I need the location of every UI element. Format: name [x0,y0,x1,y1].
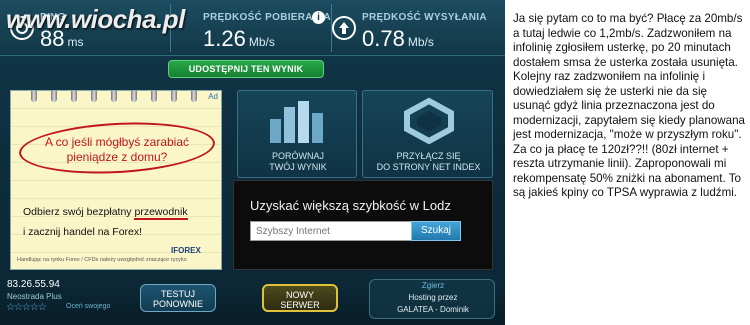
ad-offer-line: Odbierz swój bezpłatny przewodnik [23,206,188,220]
net-index-icon [404,97,454,145]
compare-result-panel[interactable]: PORÓWNAJ TWÓJ WYNIK [237,90,357,178]
binder-ring [111,91,117,102]
ad-disclaimer: Handlując na rynku Forex / CFDs należy u… [17,257,187,263]
info-icon[interactable]: i [312,11,325,24]
new-server-line1: NOWY [286,290,314,300]
rate-isp-link[interactable]: Oceń swojego [66,303,110,310]
retest-button[interactable]: TESTUJ PONOWNIE [140,284,216,312]
join-label-line1: PRZYŁĄCZ SIĘ [396,151,461,161]
results-bar: PING 88 ms PRĘDKOŚĆ POBIERANIA i 1.26 Mb/s… [0,0,505,56]
binder-ring [71,91,77,102]
upload-value: 0.78 Mb/s [362,26,434,51]
host-provider: GALATEA - Dominik [397,305,469,314]
ad-brand-logo: IFOREX [171,246,201,255]
host-label: Hosting przez [408,293,458,302]
isp-name: Neostrada Plus [7,292,62,301]
retest-line2: PONOWNIE [152,299,203,309]
faster-internet-title: Uzyskać większą szybkość w Lodz [250,198,451,213]
compare-label-line2: TWÓJ WYNIK [269,162,327,172]
complaint-text: Ja się pytam co to ma być? Płacę za 20mb… [513,12,745,199]
ad-underlined-word: przewodnik [134,206,188,220]
download-value: 1.26 Mb/s [203,26,275,51]
speedtest-screenshot: PING 88 ms PRĘDKOŚĆ POBIERANIA i 1.26 Mb/s… [0,0,505,325]
faster-internet-input[interactable] [250,221,428,241]
binder-ring [91,91,97,102]
ping-unit: ms [67,35,84,49]
binder-ring [51,91,57,102]
download-stat: PRĘDKOŚĆ POBIERANIA i 1.26 Mb/s [171,0,331,56]
upload-title: PRĘDKOŚĆ WYSYŁANIA [362,12,487,23]
rating-stars[interactable]: ☆☆☆☆☆ [6,302,47,313]
notepad-background [11,91,221,269]
host-city: Zgierz [421,281,445,290]
new-server-button[interactable]: NOWY SERWER [262,284,338,312]
join-net-index-panel[interactable]: PRZYŁĄCZ SIĘ DO STRONY NET INDEX [362,90,493,178]
ad-cta-line: i zacznij handel na Forex! [23,226,143,238]
binder-ring [151,91,157,102]
binder-ring [171,91,177,102]
new-server-line2: SERWER [280,300,320,310]
ip-address: 83.26.55.94 [7,279,60,290]
binder-ring [131,91,137,102]
download-unit: Mb/s [248,35,275,49]
watermark: www.wiocha.pl [6,4,185,34]
bottom-bar: 83.26.55.94 Neostrada Plus ☆☆☆☆☆ Oceń sw… [0,275,505,325]
binder-ring [191,91,197,102]
upload-arrow-icon [332,16,356,40]
bar-chart-icon [270,101,323,143]
retest-line1: TESTUJ [160,289,195,299]
compare-label-line1: PORÓWNAJ [271,151,324,161]
ad-headline: A co jeśli mógłbyś zarabiać pieniądze z … [44,135,190,164]
binder-ring [31,91,37,102]
ad-choices-label[interactable]: Ad [208,92,218,101]
advertisement[interactable]: Ad A co jeśli mógłbyś zarabiać pieniądze… [10,90,222,270]
upload-unit: Mb/s [407,35,434,49]
join-label-line2: DO STRONY NET INDEX [376,162,481,172]
share-result-button[interactable]: UDOSTĘPNIJ TEN WYNIK [168,60,324,78]
host-info[interactable]: Zgierz Hosting przez GALATEA - Dominik [369,279,495,319]
faster-internet-box: Uzyskać większą szybkość w Lodz Szukaj [233,180,493,270]
upload-stat: PRĘDKOŚĆ WYSYŁANIA 0.78 Mb/s [332,0,505,56]
search-button[interactable]: Szukaj [411,221,461,241]
